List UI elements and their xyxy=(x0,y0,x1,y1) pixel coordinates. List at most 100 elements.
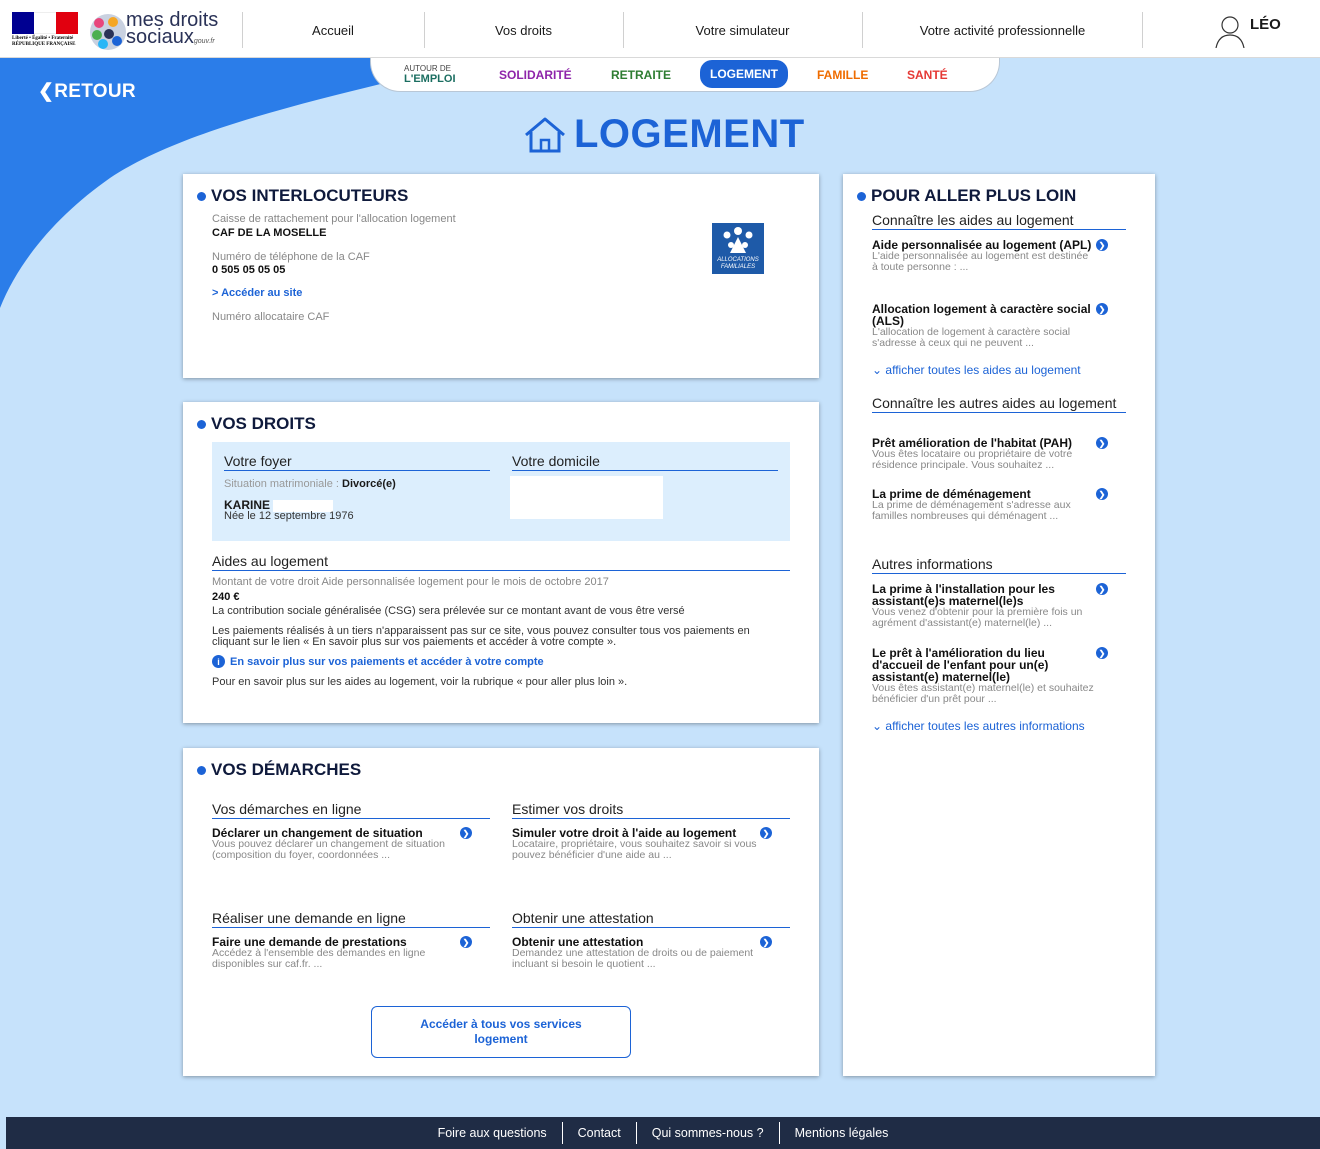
nav-vos-droits[interactable]: Vos droits xyxy=(424,12,623,48)
chevron-right-icon[interactable]: ❯ xyxy=(1096,488,1108,500)
allocataire-label: Numéro allocataire CAF xyxy=(212,311,330,323)
footer: Foire aux questions Contact Qui sommes-n… xyxy=(6,1117,1320,1149)
demarche-item-desc: Vous pouvez déclarer un changement de si… xyxy=(212,838,445,861)
republique-francaise-text: Liberté • Égalité • Fraternité RÉPUBLIQU… xyxy=(12,36,76,47)
aide-item-apl[interactable]: Aide personnalisée au logement (APL) L'a… xyxy=(872,239,1094,273)
demarche-item-demande[interactable]: Faire une demande de prestations Accédez… xyxy=(212,936,474,970)
chevron-right-icon[interactable]: ❯ xyxy=(1096,303,1108,315)
tab-logement[interactable]: LOGEMENT xyxy=(700,60,788,88)
plus-loin-section-head: Connaître les aides au logement xyxy=(872,212,1126,230)
aide-item-demenagement[interactable]: La prime de déménagement La prime de dém… xyxy=(872,488,1094,522)
user-account[interactable]: LÉO xyxy=(1214,14,1281,50)
french-flag-icon xyxy=(12,12,78,34)
info-item-desc: Vous êtes assistant(e) maternel(le) et s… xyxy=(872,682,1094,705)
demarche-item-desc: Accédez à l'ensemble des demandes en lig… xyxy=(212,947,426,970)
info-item-prime-installation[interactable]: La prime à l'installation pour les assis… xyxy=(872,583,1094,629)
plus-loin-title-text: POUR ALLER PLUS LOIN xyxy=(871,186,1077,205)
footer-link-about[interactable]: Qui sommes-nous ? xyxy=(637,1122,780,1144)
demarche-section-head: Obtenir une attestation xyxy=(512,910,790,928)
demarche-item-attestation[interactable]: Obtenir une attestation Demandez une att… xyxy=(512,936,774,970)
demarche-item-desc: Demandez une attestation de droits ou de… xyxy=(512,947,754,970)
all-services-button[interactable]: Accéder à tous vos services logement xyxy=(371,1006,631,1058)
logo-wordmark: mes droits sociauxgouv.fr xyxy=(126,10,218,50)
nav-accueil[interactable]: Accueil xyxy=(242,12,424,48)
tab-famille[interactable]: FAMILLE xyxy=(817,68,868,82)
chevron-right-icon[interactable]: ❯ xyxy=(460,936,472,948)
chevron-right-icon[interactable]: ❯ xyxy=(760,936,772,948)
aide-item-pah[interactable]: Prêt amélioration de l'habitat (PAH) Vou… xyxy=(872,437,1094,471)
show-all-aides-link[interactable]: ⌄ afficher toutes les aides au logement xyxy=(872,363,1081,377)
footer-link-faq[interactable]: Foire aux questions xyxy=(423,1122,563,1144)
back-link[interactable]: ❮RETOUR xyxy=(38,80,136,103)
top-header: Liberté • Égalité • Fraternité RÉPUBLIQU… xyxy=(0,0,1320,58)
chevron-left-icon: ❮ xyxy=(38,81,55,102)
info-item-desc: Vous venez d'obtenir pour la première fo… xyxy=(872,606,1083,629)
chevron-down-icon: ⌄ xyxy=(872,363,883,377)
paiements-link-text: En savoir plus sur vos paiements et accé… xyxy=(230,655,544,668)
bullet-dot xyxy=(197,191,206,201)
bullet-dot xyxy=(197,765,206,775)
caf-logo: ALLOCATIONS FAMILIALES xyxy=(712,223,764,274)
logo-dots-icon xyxy=(90,14,126,50)
caf-logo-text: ALLOCATIONS FAMILIALES xyxy=(717,257,759,270)
theme-tabs: AUTOUR DE L'EMPLOI SOLIDARITÉ RETRAITE L… xyxy=(370,58,1000,92)
interlocuteurs-title-text: VOS INTERLOCUTEURS xyxy=(211,186,409,205)
situation-value: Divorcé(e) xyxy=(342,478,396,490)
info-icon: i xyxy=(212,655,225,668)
bullet-dot xyxy=(857,191,866,201)
demarche-item-simuler[interactable]: Simuler votre droit à l'aide au logement… xyxy=(512,827,774,861)
demarches-title-text: VOS DÉMARCHES xyxy=(211,760,362,779)
house-icon xyxy=(525,117,565,152)
info-item-title: La prime à l'installation pour les assis… xyxy=(872,582,1055,608)
paiements-link[interactable]: i En savoir plus sur vos paiements et ac… xyxy=(212,655,544,668)
footer-link-legal[interactable]: Mentions légales xyxy=(780,1122,904,1144)
caf-site-link[interactable]: > Accéder au site xyxy=(212,287,302,299)
chevron-right-icon[interactable]: ❯ xyxy=(1096,437,1108,449)
plus-loin-section-head: Autres informations xyxy=(872,556,1126,574)
demarche-section-head: Vos démarches en ligne xyxy=(212,801,490,819)
logo-domain: gouv.fr xyxy=(193,38,215,45)
aide-item-als[interactable]: Allocation logement à caractère social (… xyxy=(872,303,1094,349)
nav-divider xyxy=(862,12,863,48)
tab-retraite[interactable]: RETRAITE xyxy=(611,68,671,82)
caf-people-icon xyxy=(723,227,753,253)
situation-label: Situation matrimoniale : xyxy=(224,478,339,490)
tab-emploi-label: L'EMPLOI xyxy=(404,73,456,85)
user-name: LÉO xyxy=(1250,16,1281,33)
page-title: LOGEMENT xyxy=(522,112,805,157)
droits-card: VOS DROITS Votre foyer Votre domicile Si… xyxy=(183,402,819,723)
aide-item-desc: La prime de déménagement s'adresse aux f… xyxy=(872,499,1071,522)
mes-droits-sociaux-logo[interactable]: mes droits sociauxgouv.fr xyxy=(90,10,230,50)
tab-emploi[interactable]: AUTOUR DE L'EMPLOI xyxy=(404,63,456,85)
situation-row: Situation matrimoniale : Divorcé(e) xyxy=(224,478,396,490)
nav-activite-professionnelle[interactable]: Votre activité professionnelle xyxy=(905,12,1100,48)
demarche-section-head: Estimer vos droits xyxy=(512,801,790,819)
csg-text: La contribution sociale généralisée (CSG… xyxy=(212,605,685,617)
back-label: RETOUR xyxy=(54,81,136,102)
interlocuteurs-title: VOS INTERLOCUTEURS xyxy=(197,186,408,206)
nav-simulateur[interactable]: Votre simulateur xyxy=(623,12,862,48)
user-icon xyxy=(1215,16,1245,48)
tab-solidarite[interactable]: SOLIDARITÉ xyxy=(499,68,572,82)
chevron-right-icon[interactable]: ❯ xyxy=(760,827,772,839)
plus-loin-section-head: Connaître les autres aides au logement xyxy=(872,396,1126,413)
info-item-pret-amelioration[interactable]: Le prêt à l'amélioration du lieu d'accue… xyxy=(872,647,1094,705)
aide-item-desc: Vous êtes locataire ou propriétaire de v… xyxy=(872,448,1073,471)
show-all-infos-link[interactable]: ⌄ afficher toutes les autres information… xyxy=(872,719,1085,733)
footer-link-contact[interactable]: Contact xyxy=(563,1122,637,1144)
demarches-title: VOS DÉMARCHES xyxy=(197,760,361,780)
demarche-item-changement[interactable]: Déclarer un changement de situation Vous… xyxy=(212,827,474,861)
person-birth: Née le 12 septembre 1976 xyxy=(224,510,354,522)
caisse-label: Caisse de rattachement pour l'allocation… xyxy=(212,213,456,225)
chevron-right-icon[interactable]: ❯ xyxy=(1096,239,1108,251)
aide-item-desc: L'allocation de logement à caractère soc… xyxy=(872,326,1071,349)
phone-value: 0 505 05 05 05 xyxy=(212,264,286,276)
demarche-section-head: Réaliser une demande en ligne xyxy=(212,910,490,928)
chevron-right-icon[interactable]: ❯ xyxy=(460,827,472,839)
chevron-right-icon[interactable]: ❯ xyxy=(1096,647,1108,659)
chevron-right-icon[interactable]: ❯ xyxy=(1096,583,1108,595)
info-item-title: Le prêt à l'amélioration du lieu d'accue… xyxy=(872,646,1049,684)
droits-title: VOS DROITS xyxy=(197,414,316,434)
marianne-logo[interactable]: Liberté • Égalité • Fraternité RÉPUBLIQU… xyxy=(12,12,78,50)
tab-sante[interactable]: SANTÉ xyxy=(907,68,948,82)
